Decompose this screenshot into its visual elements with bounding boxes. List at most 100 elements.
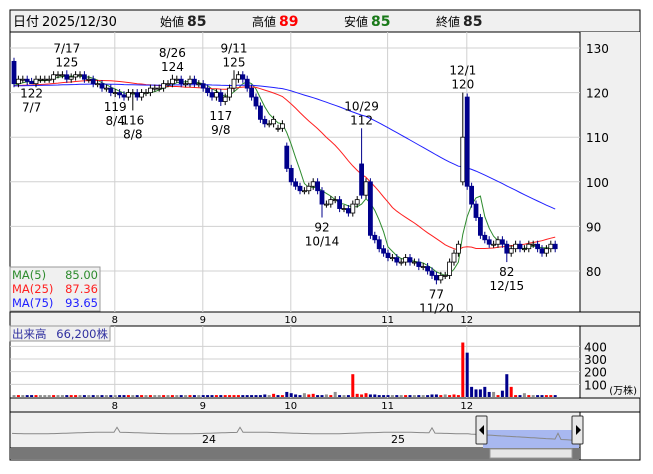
candle-body xyxy=(447,261,453,276)
volume-value: 66,200株 xyxy=(56,327,108,341)
volume-bar xyxy=(109,395,113,397)
volume-bar xyxy=(412,395,416,397)
volume-bar xyxy=(430,394,434,397)
volume-bar xyxy=(382,395,386,397)
month-label: 9 xyxy=(200,401,206,412)
candle-body xyxy=(244,78,250,89)
annotation-value: 10/14 xyxy=(305,234,340,248)
ma25-value: 87.36 xyxy=(65,282,98,296)
navigator-selection[interactable] xyxy=(483,430,579,448)
candle-body xyxy=(121,94,127,98)
navigator-right-handle[interactable] xyxy=(571,415,584,445)
volume-bar xyxy=(188,395,192,397)
volume-bar xyxy=(157,395,161,397)
candle-body xyxy=(306,185,312,192)
volume-bar xyxy=(21,395,25,397)
volume-bar xyxy=(373,394,377,397)
volume-bar xyxy=(478,389,482,397)
volume-bar xyxy=(518,395,522,397)
volume-bar xyxy=(87,395,91,397)
volume-bar xyxy=(399,395,403,397)
annotation-date: 77 xyxy=(429,287,444,301)
candle-body xyxy=(104,87,109,90)
ma75-value: 93.65 xyxy=(65,296,98,310)
price-tick-label: 100 xyxy=(586,176,609,190)
month-axis-volume xyxy=(9,397,641,413)
candle-body xyxy=(381,248,387,254)
low-value: 85 xyxy=(371,14,390,30)
candle-body xyxy=(231,78,237,89)
volume-unit: (万株) xyxy=(609,384,637,397)
low-label: 安値 xyxy=(344,14,368,29)
annotation-date: 119 xyxy=(104,100,127,114)
volume-bar xyxy=(474,389,478,397)
navigator-left-handle[interactable] xyxy=(475,415,488,445)
volume-bar xyxy=(241,395,245,397)
candle-body xyxy=(473,203,479,218)
volume-bar xyxy=(351,374,355,397)
volume-bar xyxy=(324,394,328,397)
annotation-value: 8/8 xyxy=(123,127,142,141)
candle-body xyxy=(359,163,365,196)
volume-bar xyxy=(30,395,34,397)
candle-body xyxy=(147,87,153,93)
candle-body xyxy=(293,181,299,187)
volume-bar xyxy=(531,395,535,397)
candle-body xyxy=(222,96,228,102)
volume-bar xyxy=(78,395,82,397)
scrollbar-thumb[interactable] xyxy=(489,448,573,459)
candle-body xyxy=(354,199,360,205)
volume-bar xyxy=(201,395,205,397)
ma5-value: 85.00 xyxy=(65,268,98,282)
price-tick-label: 90 xyxy=(586,220,601,234)
price-tick-label: 80 xyxy=(586,265,601,279)
volume-bar xyxy=(144,395,148,397)
candle-body xyxy=(522,248,527,251)
candle-body xyxy=(504,243,510,254)
volume-bar xyxy=(69,395,73,397)
volume-bar xyxy=(536,395,540,397)
candle-body xyxy=(429,270,435,276)
volume-bar xyxy=(439,395,443,397)
candle-body xyxy=(108,87,114,93)
annotation-value: 124 xyxy=(161,60,184,74)
candle-body xyxy=(438,275,444,281)
annotation-date: 7/17 xyxy=(53,41,80,55)
candle-body xyxy=(460,136,466,183)
annotation-date: 116 xyxy=(121,113,144,127)
candle-body xyxy=(389,257,395,260)
candle-body xyxy=(337,199,343,209)
candle-body xyxy=(117,92,122,96)
candle-body xyxy=(345,208,351,214)
candle-body xyxy=(143,92,149,94)
candle-body xyxy=(297,185,303,192)
price-tick-label: 110 xyxy=(586,131,609,145)
volume-bar xyxy=(487,391,491,397)
candle-body xyxy=(332,199,338,202)
candle-body xyxy=(161,83,167,89)
open-value: 85 xyxy=(187,14,206,30)
candle-body xyxy=(134,92,140,98)
candle-body xyxy=(266,123,272,126)
volume-bar xyxy=(91,395,95,397)
candle-body xyxy=(315,181,321,192)
candle-body xyxy=(178,78,184,85)
candle-body xyxy=(130,92,136,94)
candle-body xyxy=(310,181,316,187)
volume-bar xyxy=(258,395,262,397)
candle-body xyxy=(477,217,483,236)
candle-body xyxy=(60,74,65,77)
open-label: 始値 xyxy=(160,14,184,29)
month-label: 8 xyxy=(112,315,118,326)
date-value: 2025/12/30 xyxy=(42,15,117,30)
candle-body xyxy=(33,78,39,85)
volume-bar xyxy=(118,395,122,397)
candle-body xyxy=(491,243,497,246)
annotation-value: 11/20 xyxy=(419,301,454,315)
volume-bar xyxy=(179,395,183,397)
annotation-value: 112 xyxy=(350,113,373,127)
candle-body xyxy=(403,257,409,263)
candle-body xyxy=(187,78,193,85)
candle-body xyxy=(156,87,162,90)
candle-body xyxy=(526,243,532,250)
